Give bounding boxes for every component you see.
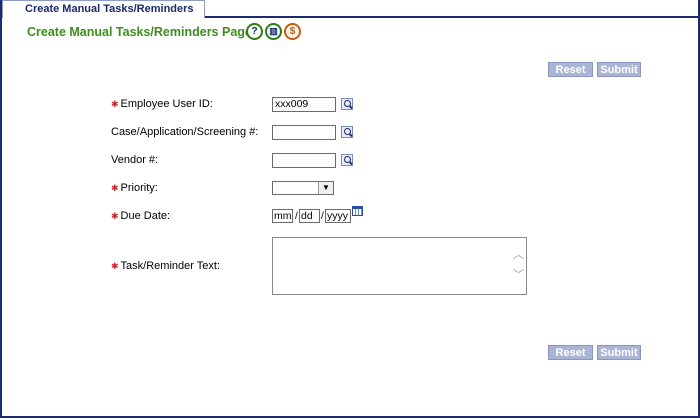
title-icons: ? ▥ $: [246, 23, 303, 41]
search-icon[interactable]: [341, 154, 353, 166]
priority-select[interactable]: ▼: [272, 181, 334, 195]
tab-label: Create Manual Tasks/Reminders: [25, 3, 194, 15]
employee-user-id-label: ✱ Employee User ID:: [111, 98, 213, 110]
reset-button-bottom[interactable]: Reset: [548, 345, 593, 360]
required-marker: ✱: [111, 211, 119, 221]
task-text-label: ✱ Task/Reminder Text:: [111, 260, 220, 272]
due-date-month-input[interactable]: mm: [272, 209, 293, 223]
required-marker: ✱: [111, 261, 119, 271]
scroll-down-icon[interactable]: ﹀: [513, 270, 524, 281]
vendor-number-label: Vendor #:: [111, 154, 159, 166]
reset-button-top[interactable]: Reset: [548, 62, 593, 77]
chevron-down-icon[interactable]: ▼: [318, 182, 333, 194]
case-number-label: Case/Application/Screening #:: [111, 126, 259, 138]
tab-strip: Create Manual Tasks/Reminders: [0, 0, 700, 18]
vendor-number-input[interactable]: [272, 153, 336, 168]
due-date-year-input[interactable]: yyyy: [325, 209, 351, 223]
priority-label: ✱ Priority:: [111, 182, 158, 194]
submit-button-bottom[interactable]: Submit: [597, 345, 641, 360]
tab-create-manual-tasks[interactable]: Create Manual Tasks/Reminders: [2, 0, 205, 18]
due-date-day-input[interactable]: dd: [299, 209, 320, 223]
page-title: Create Manual Tasks/Reminders Page: [27, 25, 252, 39]
date-separator: /: [295, 211, 298, 222]
task-text-textarea[interactable]: ︿ ﹀: [272, 237, 527, 295]
help-icon[interactable]: ?: [246, 23, 263, 40]
submit-button-top[interactable]: Submit: [597, 62, 641, 77]
due-date-label: ✱ Due Date:: [111, 210, 171, 222]
search-icon[interactable]: [341, 126, 353, 138]
employee-user-id-input[interactable]: xxx009: [272, 97, 336, 112]
required-marker: ✱: [111, 99, 119, 109]
required-marker: ✱: [111, 183, 119, 193]
search-icon[interactable]: [341, 98, 353, 110]
scroll-up-icon[interactable]: ︿: [513, 250, 524, 261]
case-number-input[interactable]: [272, 125, 336, 140]
book-icon[interactable]: ▥: [265, 23, 282, 40]
dollar-icon[interactable]: $: [284, 23, 301, 40]
calendar-icon[interactable]: [352, 206, 363, 216]
date-separator: /: [321, 211, 324, 222]
